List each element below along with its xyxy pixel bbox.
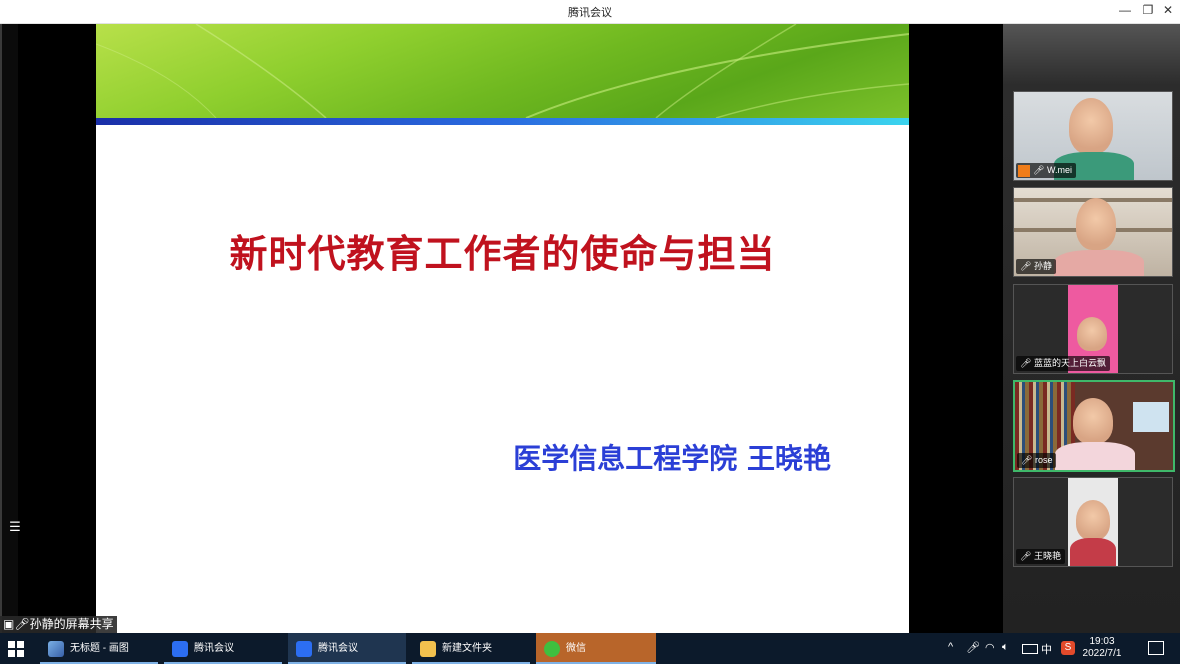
participant-tile[interactable]: 🎤︎ W.mei: [1013, 91, 1173, 181]
participant-tile-active-speaker[interactable]: 🎤︎ rose: [1013, 380, 1175, 472]
participant-name: rose: [1034, 455, 1053, 465]
participant-name-tag: 🎤︎ W.mei: [1016, 163, 1076, 178]
taskbar-label: 微信: [566, 643, 586, 654]
mic-icon: 🎤︎: [1033, 165, 1045, 175]
participant-video-face: [1076, 500, 1110, 540]
participant-tile[interactable]: 🎤︎ 孙静: [1013, 187, 1173, 277]
participant-video-body: [1054, 250, 1144, 276]
mic-icon: 🎤︎: [14, 617, 30, 631]
windows-taskbar: 无标题 - 画图 腾讯会议 腾讯会议 新建文件夹 微信 ^ 🎤︎ ◠ 🔈︎ 中 …: [0, 633, 1180, 664]
participant-name: 孙静: [1033, 261, 1052, 271]
folder-icon: [420, 641, 436, 657]
mic-icon: 🎤︎: [1020, 261, 1032, 271]
taskbar-wechat[interactable]: 微信: [536, 633, 656, 664]
participant-name: 蓝蓝的天上白云飘: [1033, 358, 1106, 368]
taskbar-folder[interactable]: 新建文件夹: [412, 633, 530, 664]
wall-picture: [1133, 402, 1169, 432]
slide-leaf-banner: [96, 24, 909, 118]
tray-network-icon[interactable]: ◠: [985, 641, 995, 654]
tray-mic-icon[interactable]: 🎤︎: [966, 641, 980, 654]
slide-title: 新时代教育工作者的使命与担当: [229, 231, 776, 276]
left-edge-bar: [0, 24, 18, 633]
windows-start-icon[interactable]: [8, 641, 24, 657]
tray-volume-icon[interactable]: 🔈︎: [1002, 641, 1009, 654]
presentation-slide: 新时代教育工作者的使命与担当 医学信息工程学院 王晓艳: [96, 24, 909, 633]
participant-video-face: [1077, 317, 1107, 351]
notification-icon[interactable]: [1148, 641, 1164, 655]
tencent-meeting-icon: [296, 641, 312, 657]
taskbar-paint[interactable]: 无标题 - 画图: [40, 633, 158, 664]
participant-video-face: [1073, 398, 1113, 444]
taskbar-label: 腾讯会议: [194, 643, 234, 654]
list-toggle-icon[interactable]: ☰: [4, 517, 26, 537]
restore-button[interactable]: ❐: [1138, 3, 1158, 17]
participant-tile[interactable]: 🎤︎ 王晓艳: [1013, 477, 1173, 567]
participant-name: 王晓艳: [1033, 551, 1061, 561]
taskbar-label: 无标题 - 画图: [70, 643, 129, 654]
tray-chevron-icon[interactable]: ^: [948, 641, 953, 653]
slide-color-strip: [96, 118, 909, 125]
wechat-icon: [544, 641, 560, 657]
mic-muted-icon: 🎤︎: [1020, 358, 1032, 368]
host-icon: [1018, 164, 1030, 177]
mic-icon: 🎤︎: [1020, 551, 1032, 561]
participant-video-body: [1070, 538, 1116, 566]
participant-tile[interactable]: 🎤︎ 蓝蓝的天上白云飘: [1013, 284, 1173, 374]
minimize-button[interactable]: —: [1115, 3, 1135, 17]
participant-video-body: [1055, 442, 1135, 470]
screen-share-text: 孙静的屏幕共享: [29, 617, 114, 631]
taskbar-tencent-meeting-active[interactable]: 腾讯会议: [288, 633, 406, 664]
window-title: 腾讯会议: [568, 7, 612, 19]
close-button[interactable]: ✕: [1158, 3, 1178, 17]
window-titlebar: 腾讯会议 — ❐ ✕: [0, 0, 1180, 24]
participant-name: W.mei: [1046, 165, 1072, 175]
taskbar-tencent-meeting[interactable]: 腾讯会议: [164, 633, 282, 664]
participant-name-tag: 🎤︎ 王晓艳: [1016, 549, 1065, 564]
screen-share-icon: ▣: [3, 617, 15, 631]
clock-time: 19:03: [1089, 636, 1115, 647]
participant-name-tag: 🎤︎ rose: [1017, 453, 1057, 468]
paint-app-icon: [48, 641, 64, 657]
slide-author: 医学信息工程学院 王晓艳: [513, 442, 831, 475]
taskbar-label: 新建文件夹: [442, 643, 492, 654]
tray-ime-indicator[interactable]: 中: [1041, 641, 1052, 657]
tray-battery-icon[interactable]: [1022, 644, 1038, 654]
tencent-meeting-icon: [172, 641, 188, 657]
leaf-vein-graphic: [96, 24, 909, 118]
participant-name-tag: 🎤︎ 孙静: [1016, 259, 1056, 274]
mic-icon: 🎤︎: [1021, 455, 1033, 465]
participant-video-face: [1069, 98, 1113, 154]
participant-video-face: [1076, 198, 1116, 250]
screen-share-label: ▣🎤︎孙静的屏幕共享: [0, 616, 117, 633]
taskbar-clock[interactable]: 19:03 2022/7/1: [1072, 636, 1132, 660]
participant-name-tag: 🎤︎ 蓝蓝的天上白云飘: [1016, 356, 1110, 371]
clock-date: 2022/7/1: [1082, 648, 1122, 659]
taskbar-label: 腾讯会议: [318, 643, 358, 654]
